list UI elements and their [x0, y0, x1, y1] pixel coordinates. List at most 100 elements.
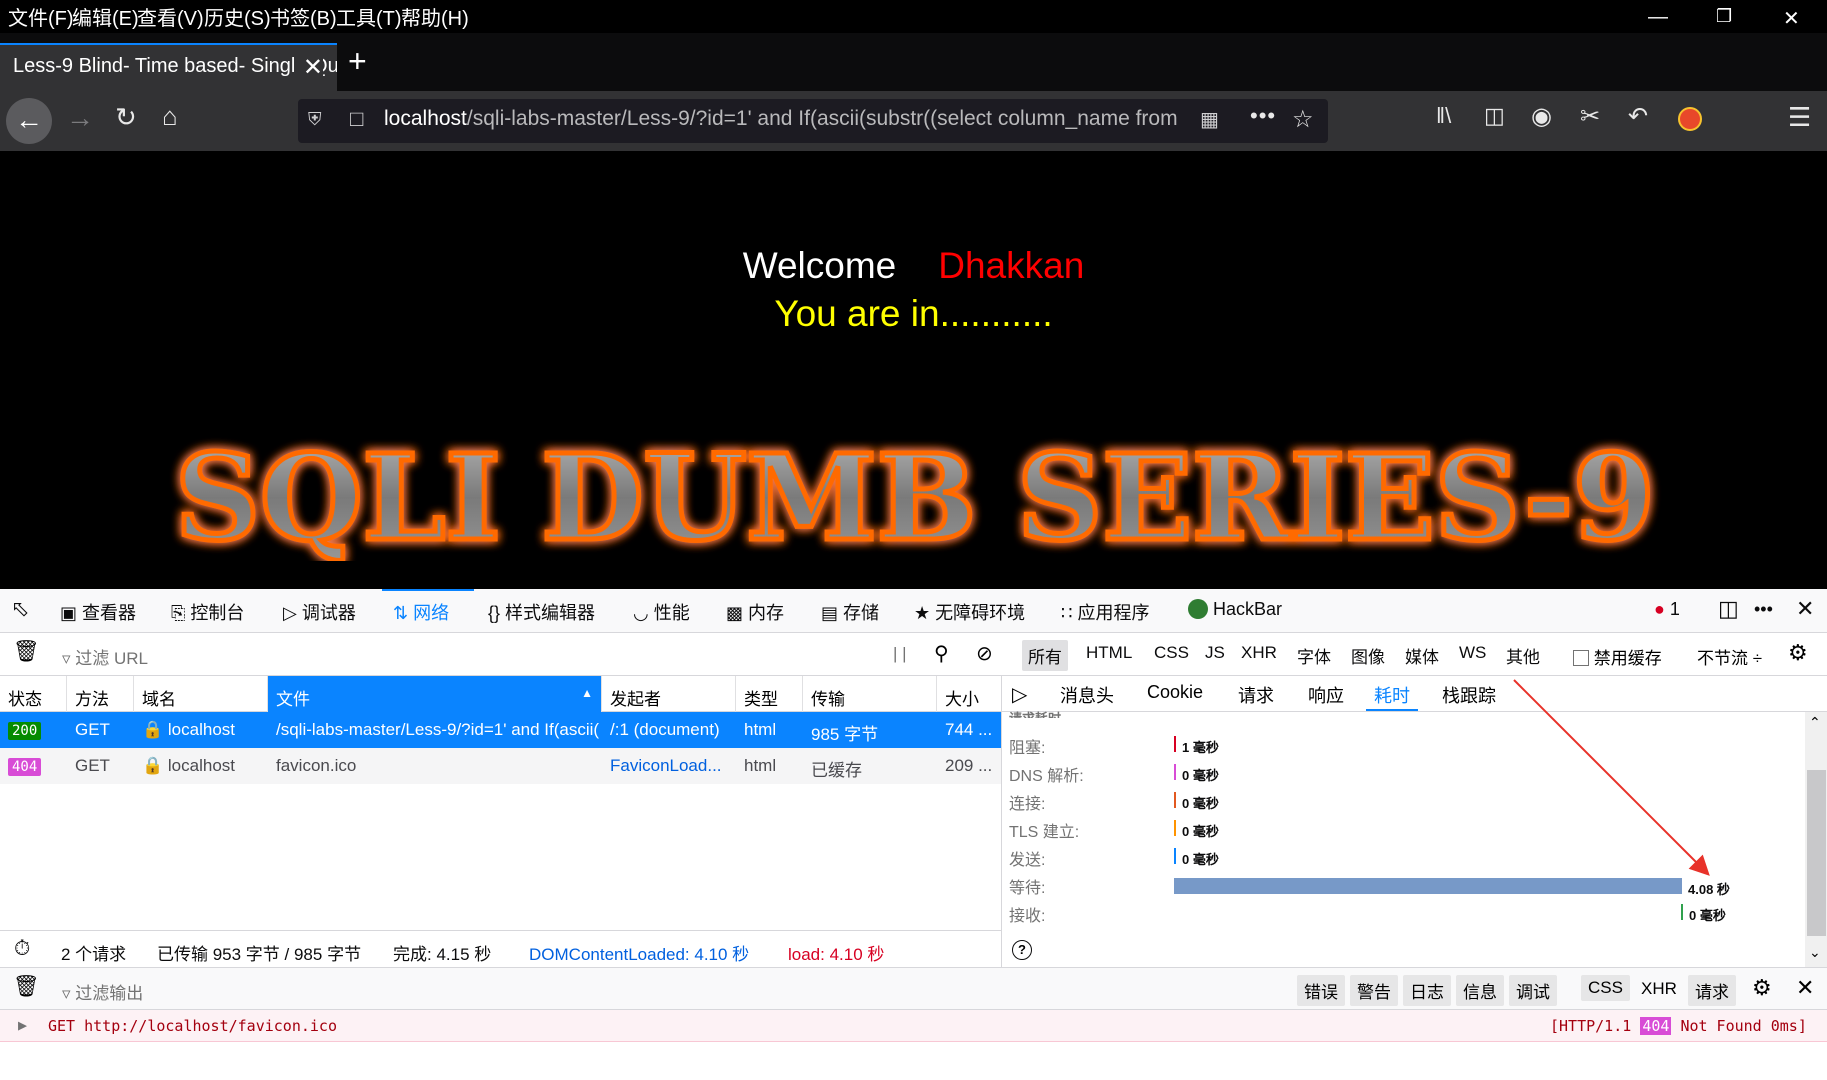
col-status[interactable]: 状态	[0, 676, 67, 712]
sqli-banner-image: SQLI DUMB SERIES-9	[173, 431, 1658, 561]
filter-url-input[interactable]: ▿ 过滤 URL	[62, 644, 148, 669]
menu-edit[interactable]: 编辑(E)	[72, 2, 139, 31]
library-icon[interactable]: ‖\	[1436, 103, 1451, 129]
console-close-icon[interactable]: ✕	[1796, 975, 1814, 1001]
console-filter-input[interactable]: ▿ 过滤输出	[62, 979, 143, 1004]
tab-debugger[interactable]: ▷ 调试器	[283, 599, 356, 625]
tab-console[interactable]: ⎘ 控制台	[171, 599, 244, 625]
menu-bookmarks[interactable]: 书签(B)	[270, 2, 337, 31]
hamburger-menu-icon[interactable]: ☰	[1788, 102, 1811, 133]
element-picker-icon[interactable]: ⬁	[11, 596, 29, 622]
console-settings-icon[interactable]: ⚙	[1752, 975, 1772, 1001]
restore-icon[interactable]: ❐	[1716, 6, 1732, 27]
tab-active[interactable]: Less-9 Blind- Time based- Single Quotes-…	[0, 43, 337, 91]
tab-memory[interactable]: ▩ 内存	[726, 599, 784, 625]
console-filter-logs[interactable]: 日志	[1403, 975, 1451, 1006]
console-icon: ⎘	[171, 603, 186, 623]
filter-xhr[interactable]: XHR	[1235, 640, 1283, 666]
tab-close-icon[interactable]: ✕	[294, 53, 323, 82]
tab-hackbar[interactable]: HackBar	[1188, 599, 1282, 620]
disable-cache-checkbox[interactable]: 禁用缓存	[1573, 644, 1662, 669]
new-tab-button[interactable]: +	[348, 43, 367, 80]
tab-storage[interactable]: ▤ 存储	[821, 599, 879, 625]
page-info-icon[interactable]: □	[350, 106, 363, 132]
col-size[interactable]: 大小	[937, 676, 1001, 712]
initiator-cell[interactable]: /:1 (document)	[602, 712, 736, 748]
tab-inspector[interactable]: ▣ 查看器	[60, 599, 136, 625]
col-domain[interactable]: 域名	[134, 676, 268, 712]
tab-performance[interactable]: ◡ 性能	[633, 599, 690, 625]
col-method[interactable]: 方法	[67, 676, 134, 712]
tracking-shield-icon[interactable]: ⛨	[308, 109, 322, 130]
expand-arrow-icon[interactable]: ▶	[18, 1016, 27, 1034]
undo-icon[interactable]: ↶	[1628, 102, 1648, 131]
qr-code-icon[interactable]: ▦	[1200, 107, 1219, 132]
back-icon[interactable]: ←	[6, 98, 52, 144]
tab-network[interactable]: ⇅ 网络	[393, 599, 449, 625]
filter-other[interactable]: 其他	[1500, 640, 1546, 671]
col-initiator[interactable]: 发起者	[602, 676, 736, 712]
table-row[interactable]: 404 GET 🔒 localhost favicon.ico FaviconL…	[0, 748, 1001, 784]
throttle-select[interactable]: 不节流 ÷	[1697, 644, 1762, 669]
console-filter-debug[interactable]: 调试	[1509, 975, 1557, 1006]
filter-js[interactable]: JS	[1199, 640, 1231, 666]
filter-all[interactable]: 所有	[1022, 640, 1068, 671]
console-filter-warnings[interactable]: 警告	[1350, 975, 1398, 1006]
scroll-thumb[interactable]	[1807, 770, 1826, 936]
menu-file[interactable]: 文件(F)	[8, 2, 74, 31]
table-row[interactable]: 200 GET 🔒 localhost /sqli-labs-master/Le…	[0, 712, 1001, 748]
scroll-up-icon[interactable]: ⌃	[1809, 714, 1821, 731]
account-icon[interactable]: ◉	[1531, 102, 1552, 131]
tab-style-editor[interactable]: {} 样式编辑器	[488, 599, 595, 625]
network-filter-bar: 🗑 ▿ 过滤 URL | | ⚲ ⊘ 所有 HTML CSS JS XHR 字体…	[0, 633, 1827, 676]
home-icon[interactable]: ⌂	[162, 101, 178, 132]
tab-application[interactable]: ∷ 应用程序	[1061, 599, 1149, 625]
col-type[interactable]: 类型	[736, 676, 803, 712]
bookmark-star-icon[interactable]: ☆	[1292, 105, 1314, 134]
menu-history[interactable]: 历史(S)	[204, 2, 271, 31]
forward-icon[interactable]: →	[66, 102, 94, 134]
filter-media[interactable]: 媒体	[1399, 640, 1445, 671]
extension-icon[interactable]	[1678, 107, 1702, 131]
menu-tools[interactable]: 工具(T)	[336, 2, 402, 31]
page-actions-icon[interactable]: •••	[1250, 103, 1276, 129]
filter-css[interactable]: CSS	[1148, 640, 1195, 666]
console-filter-requests[interactable]: 请求	[1688, 975, 1736, 1006]
devtools-close-icon[interactable]: ✕	[1796, 596, 1814, 622]
menu-view[interactable]: 查看(V)	[137, 2, 204, 31]
url-text[interactable]: localhost/sqli-labs-master/Less-9/?id=1'…	[384, 107, 1184, 131]
col-file[interactable]: 文件 ▲	[268, 676, 602, 712]
reload-icon[interactable]: ↻	[115, 102, 137, 133]
details-scrollbar[interactable]: ⌃ ⌄	[1805, 712, 1827, 967]
sidebar-icon[interactable]: ◫	[1484, 103, 1505, 129]
minimize-icon[interactable]: —	[1648, 6, 1668, 29]
domain-text: localhost	[167, 756, 236, 775]
console-message[interactable]: ▶ GET http://localhost/favicon.ico [HTTP…	[0, 1010, 1827, 1042]
filter-html[interactable]: HTML	[1080, 640, 1138, 666]
scroll-down-icon[interactable]: ⌄	[1809, 944, 1821, 961]
filter-images[interactable]: 图像	[1345, 640, 1391, 671]
filter-ws[interactable]: WS	[1453, 640, 1492, 666]
url-bar[interactable]: ⛨ □ localhost/sqli-labs-master/Less-9/?i…	[298, 99, 1328, 143]
clear-requests-icon[interactable]: 🗑	[13, 640, 40, 664]
devtools-options-icon[interactable]: •••	[1754, 599, 1773, 620]
initiator-cell[interactable]: FaviconLoad...	[602, 748, 736, 784]
disable-cache-label: 禁用缓存	[1593, 649, 1662, 668]
filter-fonts[interactable]: 字体	[1291, 640, 1337, 671]
block-icon[interactable]: ⊘	[976, 641, 993, 666]
close-window-icon[interactable]: ✕	[1783, 6, 1800, 31]
console-filter-xhr[interactable]: XHR	[1641, 979, 1677, 999]
clear-console-icon[interactable]: 🗑	[13, 975, 40, 999]
search-icon[interactable]: ⚲	[934, 641, 949, 666]
pause-icon[interactable]: | |	[893, 644, 907, 664]
console-filter-errors[interactable]: 错误	[1297, 975, 1345, 1006]
col-transferred[interactable]: 传输	[803, 676, 937, 712]
menu-help[interactable]: 帮助(H)	[401, 2, 469, 31]
screenshot-icon[interactable]: ✂	[1580, 102, 1600, 131]
console-filter-css[interactable]: CSS	[1581, 975, 1630, 1001]
console-filter-info[interactable]: 信息	[1456, 975, 1504, 1006]
network-settings-icon[interactable]: ⚙	[1788, 640, 1808, 666]
error-count-badge[interactable]: ● 1	[1654, 599, 1680, 620]
tab-accessibility[interactable]: ★ 无障碍环境	[914, 599, 1025, 625]
responsive-mode-icon[interactable]: ◫	[1718, 596, 1739, 622]
